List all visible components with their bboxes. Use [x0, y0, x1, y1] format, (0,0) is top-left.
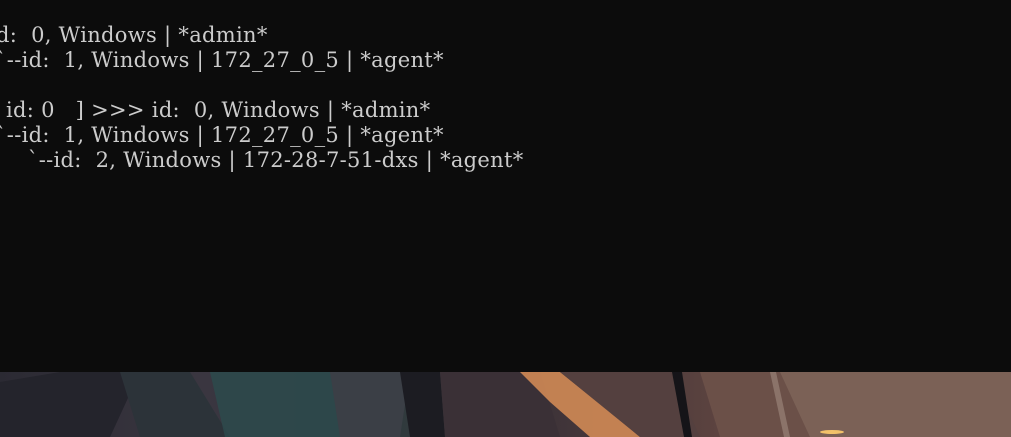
terminal-window[interactable]: d: 0, Windows | *admin* `--id: 1, Window…: [0, 0, 1011, 372]
desktop-wallpaper: [0, 372, 1011, 437]
terminal-line-agent-1: `--id: 1, Windows | 172_27_0_5 | *agent*: [0, 48, 444, 72]
terminal-line-agent-2: `--id: 2, Windows | 172-28-7-51-dxs | *a…: [0, 148, 524, 172]
screen: d: 0, Windows | *admin* `--id: 1, Window…: [0, 0, 1011, 437]
terminal-line-agent-1-repeat: `--id: 1, Windows | 172_27_0_5 | *agent*: [0, 123, 444, 147]
terminal-line-prompt: id: 0 ] >>> id: 0, Windows | *admin*: [0, 98, 431, 122]
terminal-line-admin-root: d: 0, Windows | *admin*: [0, 23, 268, 47]
